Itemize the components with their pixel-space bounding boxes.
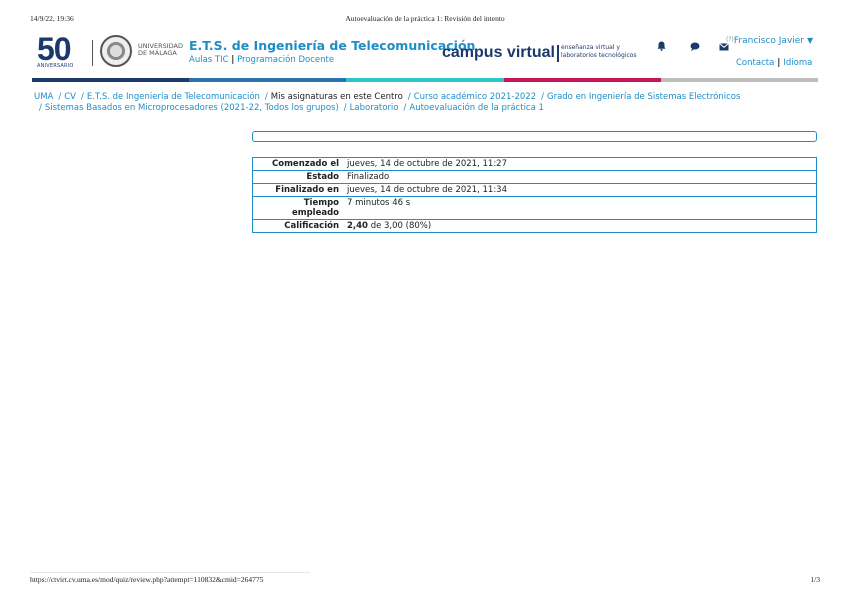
campus-subtitle: enseñanza virtual y laboratorios tecnoló…	[561, 44, 637, 60]
color-bar-segment	[346, 78, 504, 82]
campus-divider	[557, 45, 559, 62]
university-seal-icon[interactable]	[100, 35, 132, 67]
link-separator: |	[231, 55, 235, 65]
footer-rule	[30, 572, 310, 573]
summary-label: Comenzado el	[272, 159, 339, 169]
grade-cell: 2,40 de 3,00 (80%)	[345, 220, 817, 233]
campus-sub-line2: laboratorios tecnológicos	[561, 52, 637, 59]
breadcrumb-separator: /	[541, 92, 544, 102]
breadcrumb-item[interactable]: Laboratorio	[350, 103, 399, 113]
header-color-bar	[32, 78, 819, 82]
breadcrumb-item[interactable]: E.T.S. de Ingeniería de Telecomunicación	[87, 92, 260, 102]
print-page-title: Autoevaluación de la práctica 1: Revisió…	[345, 14, 505, 23]
university-name[interactable]: UNIVERSIDAD DE MÁLAGA	[138, 43, 183, 57]
breadcrumb-separator: /	[407, 92, 411, 102]
anniversary-caption: ANIVERSARIO	[37, 63, 74, 69]
school-title[interactable]: E.T.S. de Ingeniería de Telecomunicación	[189, 38, 475, 53]
breadcrumb-item[interactable]: Grado en Ingeniería de Sistemas Electrón…	[547, 92, 740, 102]
summary-row: Comenzado el jueves, 14 de octubre de 202…	[252, 158, 817, 171]
idioma-link[interactable]: Idioma	[783, 58, 812, 68]
summary-row: Finalizado en jueves, 14 de octubre de 20…	[252, 184, 817, 197]
breadcrumb-item[interactable]: Autoevaluación de la práctica 1	[409, 103, 544, 113]
grade-label: Calificación	[284, 221, 339, 231]
breadcrumb-item[interactable]: CV	[64, 92, 76, 102]
print-header: 14/9/22, 19:36 Autoevaluación de la prác…	[30, 14, 820, 24]
summary-value: 7 minutos 46 s	[347, 198, 411, 208]
university-line2: DE MÁLAGA	[138, 49, 177, 57]
breadcrumb: UMA / CV / E.T.S. de Ingeniería de Telecomun…	[34, 92, 814, 114]
color-bar-segment	[189, 78, 347, 82]
utility-links: Contacta | Idioma	[736, 58, 812, 68]
contacta-link[interactable]: Contacta	[736, 58, 774, 68]
color-bar-segment	[503, 78, 661, 82]
chevron-down-icon[interactable]: ▼	[807, 36, 813, 45]
summary-value: Finalizado	[347, 172, 390, 182]
grade-rest: de 3,00 (80%)	[370, 221, 432, 231]
bell-icon[interactable]	[657, 41, 667, 51]
breadcrumb-separator: /	[403, 103, 407, 113]
summary-label: Tiempo empleado	[291, 198, 339, 218]
attempt-summary-table: Comenzado el jueves, 14 de octubre de 202…	[252, 157, 817, 233]
utility-separator: |	[777, 58, 781, 68]
breadcrumb-separator: /	[343, 103, 347, 113]
color-bar-segment	[32, 78, 190, 82]
print-url: https://ctvirt.cv.uma.es/mod/quiz/review…	[30, 575, 264, 584]
user-name: Francisco Javier	[733, 36, 805, 46]
user-menu[interactable]: (?)Francisco Javier ▼	[726, 36, 813, 46]
color-bar-segment	[660, 78, 819, 82]
breadcrumb-separator: /	[81, 92, 84, 102]
info-box	[252, 131, 817, 142]
breadcrumb-item[interactable]: UMA	[34, 92, 53, 102]
breadcrumb-separator: /	[264, 92, 268, 102]
print-page-number: 1/3	[810, 575, 820, 584]
anniversary-number: 50	[37, 31, 72, 67]
programacion-docente-link[interactable]: Programación Docente	[237, 55, 334, 65]
campus-sub-line1: enseñanza virtual y	[561, 44, 620, 51]
grade-row: Calificación 2,40 de 3,00 (80%)	[252, 220, 817, 233]
summary-label: Finalizado en	[275, 185, 339, 195]
logo-divider	[92, 40, 93, 66]
summary-label: Estado	[306, 172, 339, 182]
aulas-tic-link[interactable]: Aulas TIC	[189, 55, 229, 65]
anniversary-logo[interactable]: 50 ANIVERSARIO	[37, 33, 87, 73]
summary-row: Estado Finalizado	[252, 171, 817, 184]
summary-value: jueves, 14 de octubre de 2021, 11:34	[347, 185, 508, 195]
summary-row: Tiempo empleado 7 minutos 46 s	[252, 197, 817, 220]
breadcrumb-item[interactable]: Sistemas Basados en Microprocesadores (2…	[45, 103, 339, 113]
site-header: 50 ANIVERSARIO UNIVERSIDAD DE MÁLAGA E.T…	[32, 32, 818, 78]
chat-icon[interactable]	[690, 42, 700, 52]
school-links: Aulas TIC | Programación Docente	[189, 55, 475, 65]
print-footer: https://ctvirt.cv.uma.es/mod/quiz/review…	[30, 575, 820, 585]
breadcrumb-separator: /	[58, 92, 62, 102]
grade-value: 2,40	[347, 221, 368, 231]
breadcrumb-item: Mis asignaturas en este Centro	[270, 92, 403, 102]
breadcrumb-separator: /	[39, 103, 42, 113]
user-badge: (?)	[726, 36, 734, 43]
school-block: E.T.S. de Ingeniería de Telecomunicación…	[189, 38, 475, 65]
summary-value: jueves, 14 de octubre de 2021, 11:27	[347, 159, 508, 169]
breadcrumb-item[interactable]: Curso académico 2021-2022	[414, 92, 536, 102]
campus-virtual-logo[interactable]: campus virtual	[442, 44, 555, 62]
